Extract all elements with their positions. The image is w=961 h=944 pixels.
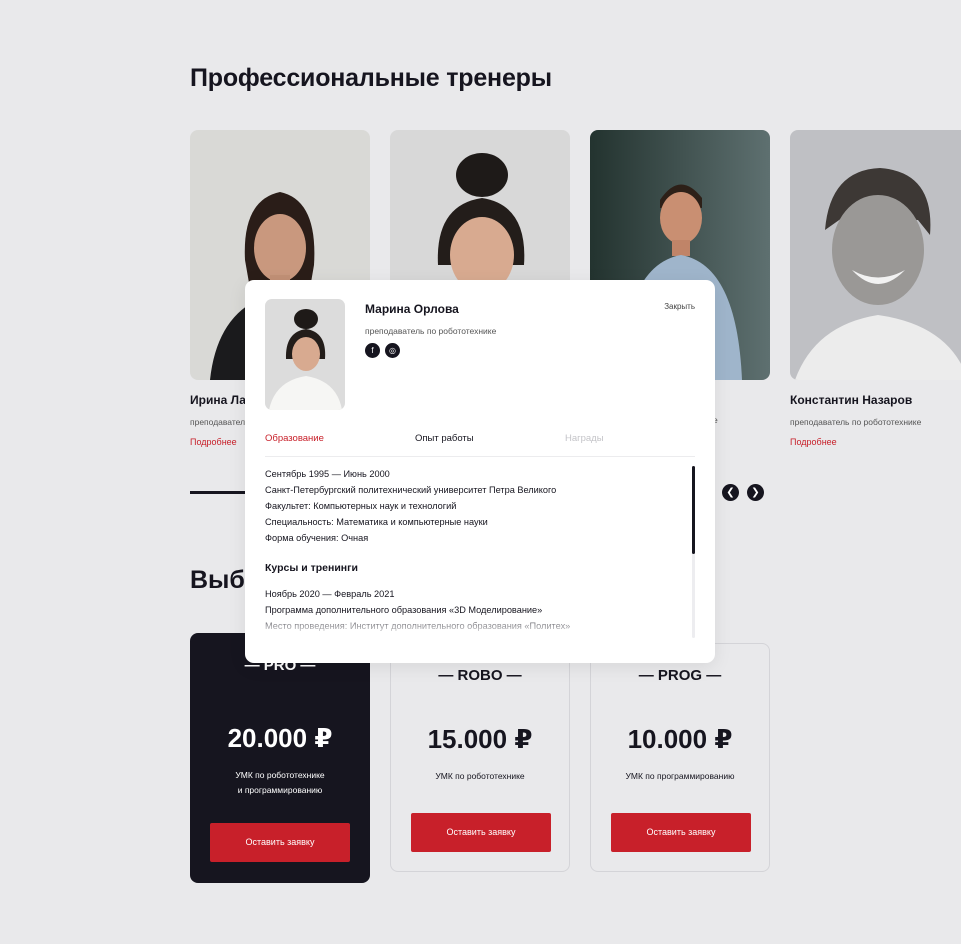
plan-price: 10.000 ₽	[627, 724, 733, 754]
course-dates: Ноябрь 2020 — Февраль 2021	[265, 589, 395, 599]
chevron-right-icon[interactable]: ❯	[747, 484, 764, 501]
modal-trainer-role: преподаватель по робототехнике	[365, 326, 497, 336]
plan-description: УМК по робототехнике	[435, 771, 525, 781]
modal-trainer-photo	[265, 299, 345, 410]
facebook-icon[interactable]: f	[365, 343, 380, 358]
tab-awards[interactable]: Награды	[565, 433, 604, 444]
education-faculty: Факультет: Компьютерных наук и технологи…	[265, 501, 457, 511]
modal-trainer-name: Марина Орлова	[365, 302, 459, 316]
course-program: Программа дополнительного образования «3…	[265, 605, 543, 615]
tab-experience[interactable]: Опыт работы	[415, 433, 474, 444]
plan-description: УМК по робототехнике и программированию	[235, 770, 325, 795]
education-specialty: Специальность: Математика и компьютерные…	[265, 517, 488, 527]
trainer-more-link[interactable]: Подробнее	[790, 437, 961, 447]
instagram-icon[interactable]: ◎	[385, 343, 400, 358]
plan-card-prog: — PROG — 10.000 ₽ УМК по программировани…	[590, 643, 770, 872]
education-content: Сентябрь 1995 — Июнь 2000 Санкт-Петербур…	[265, 466, 685, 638]
education-dates: Сентябрь 1995 — Июнь 2000	[265, 469, 390, 479]
course-location: Место проведения: Институт дополнительно…	[265, 621, 571, 631]
chevron-left-icon[interactable]: ❮	[722, 484, 739, 501]
plan-card-robo: — ROBO — 15.000 ₽ УМК по робототехнике О…	[390, 643, 570, 872]
tab-education[interactable]: Образование	[265, 433, 324, 444]
trainer-card: Константин Назаров преподаватель по робо…	[790, 130, 961, 447]
scrollbar-thumb[interactable]	[692, 466, 695, 554]
plan-name: — ROBO —	[438, 667, 522, 684]
plan-description: УМК по программированию	[625, 771, 735, 781]
tabs-divider	[265, 456, 695, 457]
education-form: Форма обучения: Очная	[265, 533, 369, 543]
plan-name: — PROG —	[638, 667, 722, 684]
slider-progress	[190, 491, 250, 494]
education-university: Санкт-Петербургский политехнический унив…	[265, 485, 557, 495]
plan-price: 15.000 ₽	[427, 724, 533, 754]
order-button[interactable]: Оставить заявку	[411, 813, 551, 852]
plan-card-pro: — PRO — 20.000 ₽ УМК по робототехнике и …	[190, 633, 370, 883]
trainer-name: Константин Назаров	[790, 393, 913, 407]
trainer-photo[interactable]	[790, 130, 961, 380]
courses-heading: Курсы и тренинги	[265, 562, 358, 574]
close-button[interactable]: Закрыть	[664, 302, 695, 311]
order-button[interactable]: Оставить заявку	[210, 823, 350, 862]
trainer-modal: Марина Орлова преподаватель по робототех…	[245, 280, 715, 663]
trainer-role: преподаватель по робототехнике	[790, 417, 922, 427]
trainers-section-title: Профессиональные тренеры	[190, 64, 552, 92]
order-button[interactable]: Оставить заявку	[611, 813, 751, 852]
plan-price: 20.000 ₽	[227, 723, 333, 753]
